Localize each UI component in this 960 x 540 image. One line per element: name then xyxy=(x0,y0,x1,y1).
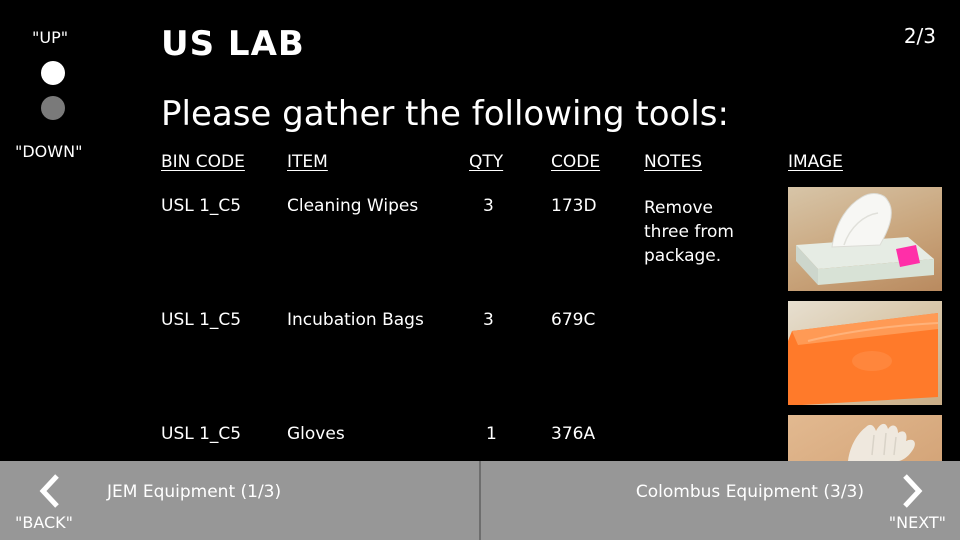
voice-command-back: "BACK" xyxy=(15,513,74,532)
item-cell: Cleaning Wipes xyxy=(287,196,419,216)
code-cell: 679C xyxy=(551,310,596,330)
column-header-item: ITEM xyxy=(287,152,328,172)
back-button-label: JEM Equipment (1/3) xyxy=(107,482,282,502)
column-header-bin-code: BIN CODE xyxy=(161,152,245,172)
footer-navigation: JEM Equipment (1/3) "BACK" Colombus Equi… xyxy=(0,461,960,540)
voice-command-next: "NEXT" xyxy=(888,513,946,532)
item-cell: Incubation Bags xyxy=(287,310,424,330)
back-button[interactable]: JEM Equipment (1/3) "BACK" xyxy=(0,461,479,540)
page-title: US LAB xyxy=(161,24,305,64)
code-cell: 173D xyxy=(551,196,597,216)
bin-code-cell: USL 1_C5 xyxy=(161,310,242,330)
bin-code-cell: USL 1_C5 xyxy=(161,424,242,444)
instruction-text: Please gather the following tools: xyxy=(161,94,729,134)
column-header-image: IMAGE xyxy=(788,152,843,172)
bin-code-cell: USL 1_C5 xyxy=(161,196,242,216)
voice-command-up[interactable]: "UP" xyxy=(32,28,68,47)
chevron-right-icon xyxy=(903,474,923,508)
scroll-up-indicator[interactable] xyxy=(41,61,65,85)
column-header-notes: NOTES xyxy=(644,152,703,172)
code-cell: 376A xyxy=(551,424,596,444)
orange-bag-image xyxy=(788,301,942,405)
tissue-box-image xyxy=(788,187,942,291)
column-header-qty: QTY xyxy=(469,152,504,172)
gloves-image xyxy=(788,415,942,461)
notes-cell: Remove three from package. xyxy=(644,198,734,266)
column-header-code: CODE xyxy=(551,152,601,172)
page-indicator: 2/3 xyxy=(903,24,936,48)
next-button-label: Colombus Equipment (3/3) xyxy=(635,482,864,502)
scroll-down-indicator[interactable] xyxy=(41,96,65,120)
chevron-left-icon xyxy=(39,474,59,508)
qty-cell: 1 xyxy=(486,424,497,444)
next-button[interactable]: Colombus Equipment (3/3) "NEXT" xyxy=(481,461,960,540)
item-cell: Gloves xyxy=(287,424,345,444)
qty-cell: 3 xyxy=(483,196,494,216)
voice-command-down[interactable]: "DOWN" xyxy=(15,142,82,161)
qty-cell: 3 xyxy=(483,310,494,330)
